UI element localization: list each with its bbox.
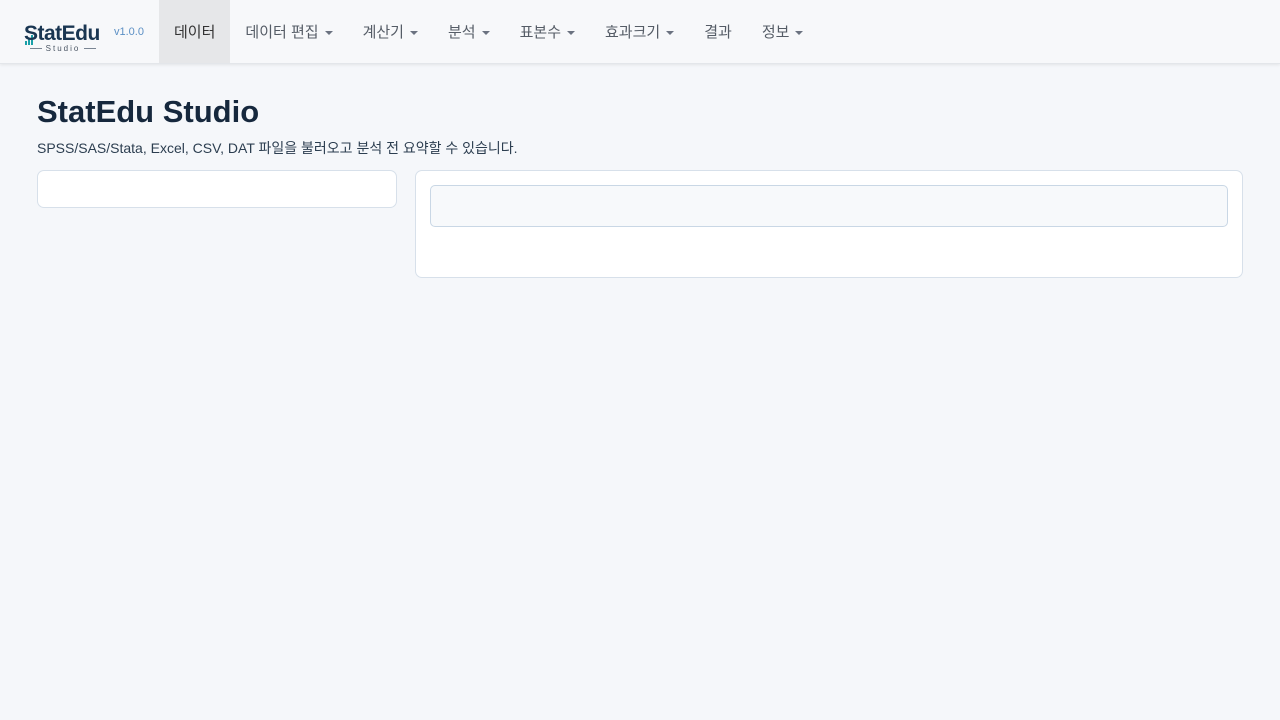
logo-subtext: Studio bbox=[30, 44, 96, 53]
content-box bbox=[430, 185, 1228, 227]
nav-item-info[interactable]: 정보 bbox=[747, 0, 819, 63]
nav-item-effect-size[interactable]: 효과크기 bbox=[590, 0, 689, 63]
caret-down-icon bbox=[409, 30, 418, 35]
page-title: StatEdu Studio bbox=[37, 94, 260, 129]
caret-down-icon bbox=[324, 30, 333, 35]
nav-item-analysis[interactable]: 분석 bbox=[433, 0, 505, 63]
caret-down-icon bbox=[481, 30, 490, 35]
nav-item-calculator[interactable]: 계산기 bbox=[348, 0, 433, 63]
statedu-logo[interactable]: StatEdu Studio bbox=[24, 12, 104, 53]
caret-down-icon bbox=[795, 30, 804, 35]
version-label: v1.0.0 bbox=[114, 26, 144, 38]
logo-text: StatEdu bbox=[24, 21, 100, 45]
top-navbar: StatEdu Studio v1.0.0 데이터 데이터 편집 계산기 분석 … bbox=[0, 0, 1280, 64]
main-nav: 데이터 데이터 편집 계산기 분석 표본수 효과크기 결과 정보 bbox=[159, 0, 818, 63]
nav-item-data-edit[interactable]: 데이터 편집 bbox=[230, 0, 347, 63]
main-panel bbox=[415, 170, 1243, 278]
page-subtitle: SPSS/SAS/Stata, Excel, CSV, DAT 파일을 불러오고… bbox=[37, 140, 518, 156]
nav-item-results[interactable]: 결과 bbox=[689, 0, 747, 63]
nav-item-sample-size[interactable]: 표본수 bbox=[505, 0, 590, 63]
nav-item-data[interactable]: 데이터 bbox=[159, 0, 231, 63]
caret-down-icon bbox=[567, 30, 575, 35]
sidebar-panel bbox=[37, 170, 397, 208]
brand[interactable]: StatEdu Studio v1.0.0 bbox=[0, 0, 159, 63]
caret-down-icon bbox=[666, 30, 675, 35]
